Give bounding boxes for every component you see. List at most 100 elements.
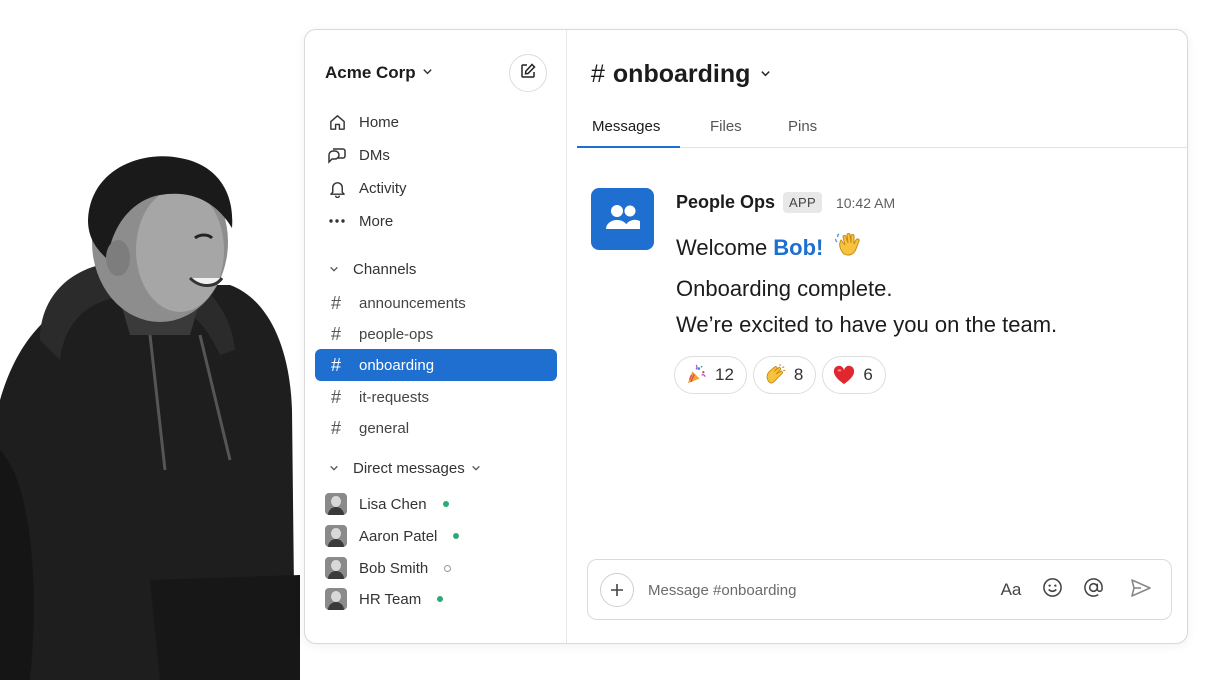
sidebar: Acme Corp Home DMs Activity More Channel… <box>305 30 567 643</box>
hash-icon: # <box>330 386 341 407</box>
nav-item-dms[interactable]: DMs <box>327 142 390 168</box>
reaction-red-heart[interactable]: 6 <box>822 356 886 394</box>
plus-icon <box>610 577 624 603</box>
dm-item-bob-smith[interactable]: Bob Smith <box>325 555 452 581</box>
chevron-down-icon <box>422 66 433 80</box>
channel-name: announcements <box>359 294 466 312</box>
dm-section-toggle[interactable]: Direct messages <box>329 460 481 477</box>
dm-item-lisa-chen[interactable]: Lisa Chen <box>325 491 449 517</box>
workspace-name: Acme Corp <box>325 63 416 82</box>
channel-announcements[interactable]: # announcements <box>315 287 557 319</box>
smiley-icon <box>1042 577 1063 603</box>
at-sign-icon <box>1083 577 1104 603</box>
nav-label: Home <box>359 113 400 131</box>
nav-item-activity[interactable]: Activity <box>327 175 407 201</box>
emoji-button[interactable] <box>1038 576 1066 604</box>
dm-header: Direct messages <box>353 460 465 477</box>
send-icon <box>1130 578 1152 603</box>
channels-section-toggle[interactable]: Channels <box>329 261 416 278</box>
nav-item-home[interactable]: Home <box>327 109 399 135</box>
welcome-text: Welcome <box>676 235 768 260</box>
dm-name: HR Team <box>359 590 422 608</box>
channel-name: onboarding <box>359 356 435 374</box>
online-status-dot <box>442 501 449 507</box>
nav-label: Activity <box>359 179 407 197</box>
message-sender[interactable]: People Ops <box>676 192 775 213</box>
bell-icon <box>327 178 347 198</box>
channel-tabs: Messages Files Pins <box>577 114 1187 148</box>
reaction-count: 12 <box>715 365 734 384</box>
chat-bubbles-icon <box>327 145 347 165</box>
tab-messages[interactable]: Messages <box>592 118 660 145</box>
message-timestamp[interactable]: 10:42 AM <box>836 195 895 211</box>
red-heart-icon <box>833 364 855 386</box>
dm-name: Bob Smith <box>359 559 429 577</box>
compose-icon <box>519 62 537 85</box>
send-button[interactable] <box>1127 576 1155 604</box>
active-tab-indicator <box>577 146 680 148</box>
welcome-line: Welcome Bob! <box>676 231 863 265</box>
hash-icon: # <box>330 354 341 375</box>
online-status-dot <box>453 533 460 539</box>
dm-name: Aaron Patel <box>359 527 438 545</box>
tab-pins[interactable]: Pins <box>788 118 817 145</box>
ellipsis-icon <box>327 211 347 231</box>
party-popper-icon <box>685 364 707 386</box>
hash-icon: # <box>330 292 341 313</box>
nav-item-more[interactable]: More <box>327 208 393 234</box>
avatar <box>325 525 347 547</box>
dm-name: Lisa Chen <box>359 495 427 513</box>
channel-name: it-requests <box>359 388 430 406</box>
people-ops-avatar[interactable] <box>591 188 654 250</box>
avatar <box>325 588 347 610</box>
channel-onboarding[interactable]: # onboarding <box>315 349 557 381</box>
mention-button[interactable] <box>1079 576 1107 604</box>
home-icon <box>327 112 347 132</box>
chat-app-window: Acme Corp Home DMs Activity More Channel… <box>304 29 1188 644</box>
channel-name: people-ops <box>359 325 434 343</box>
channel-people-ops[interactable]: # people-ops <box>315 318 557 350</box>
format-button[interactable]: Aa <box>997 576 1025 604</box>
nav-label: More <box>359 212 394 230</box>
away-status-dot <box>444 564 452 572</box>
channel-name: general <box>359 419 410 437</box>
dm-item-hr-team[interactable]: HR Team <box>325 586 444 612</box>
message-header: People Ops APP 10:42 AM <box>676 192 895 213</box>
chevron-down-icon <box>471 460 481 477</box>
hash-icon: # <box>330 323 341 344</box>
chevron-down-icon <box>329 462 339 476</box>
hash-icon: # <box>591 60 605 88</box>
channel-title[interactable]: # onboarding <box>591 60 771 89</box>
online-status-dot <box>437 596 444 602</box>
waving-hand-icon <box>835 231 863 265</box>
reaction-party-popper[interactable]: 12 <box>674 356 747 394</box>
dm-item-aaron-patel[interactable]: Aaron Patel <box>325 523 460 549</box>
avatar <box>325 493 347 515</box>
channel-title-text: onboarding <box>612 60 751 88</box>
reaction-count: 6 <box>863 365 873 384</box>
channel-it-requests[interactable]: # it-requests <box>315 381 557 413</box>
workspace-switcher[interactable]: Acme Corp <box>325 63 433 83</box>
message-composer: Aa <box>587 559 1172 620</box>
compose-button[interactable] <box>509 54 547 92</box>
reaction-count: 8 <box>793 365 804 384</box>
avatar <box>325 557 347 579</box>
channel-view: # onboarding Messages Files Pins People … <box>567 30 1187 643</box>
message-line-1: Onboarding complete. <box>676 276 893 301</box>
hash-icon: # <box>330 417 341 438</box>
tab-files[interactable]: Files <box>710 118 742 145</box>
add-attachment-button[interactable] <box>600 573 634 607</box>
chevron-down-icon <box>760 67 771 82</box>
people-group-icon <box>605 202 641 237</box>
app-badge: APP <box>783 192 822 213</box>
channel-general[interactable]: # general <box>315 412 557 444</box>
reactions-bar: 12 8 6 <box>674 356 886 394</box>
mention-bob[interactable]: Bob! <box>773 235 823 261</box>
clapping-hands-icon <box>764 364 786 386</box>
person-photo <box>0 150 300 680</box>
chevron-down-icon <box>329 263 339 277</box>
reaction-clapping-hands[interactable]: 8 <box>752 356 817 394</box>
channels-header: Channels <box>353 261 417 278</box>
nav-label: DMs <box>359 146 390 164</box>
message-input[interactable] <box>648 578 1008 602</box>
